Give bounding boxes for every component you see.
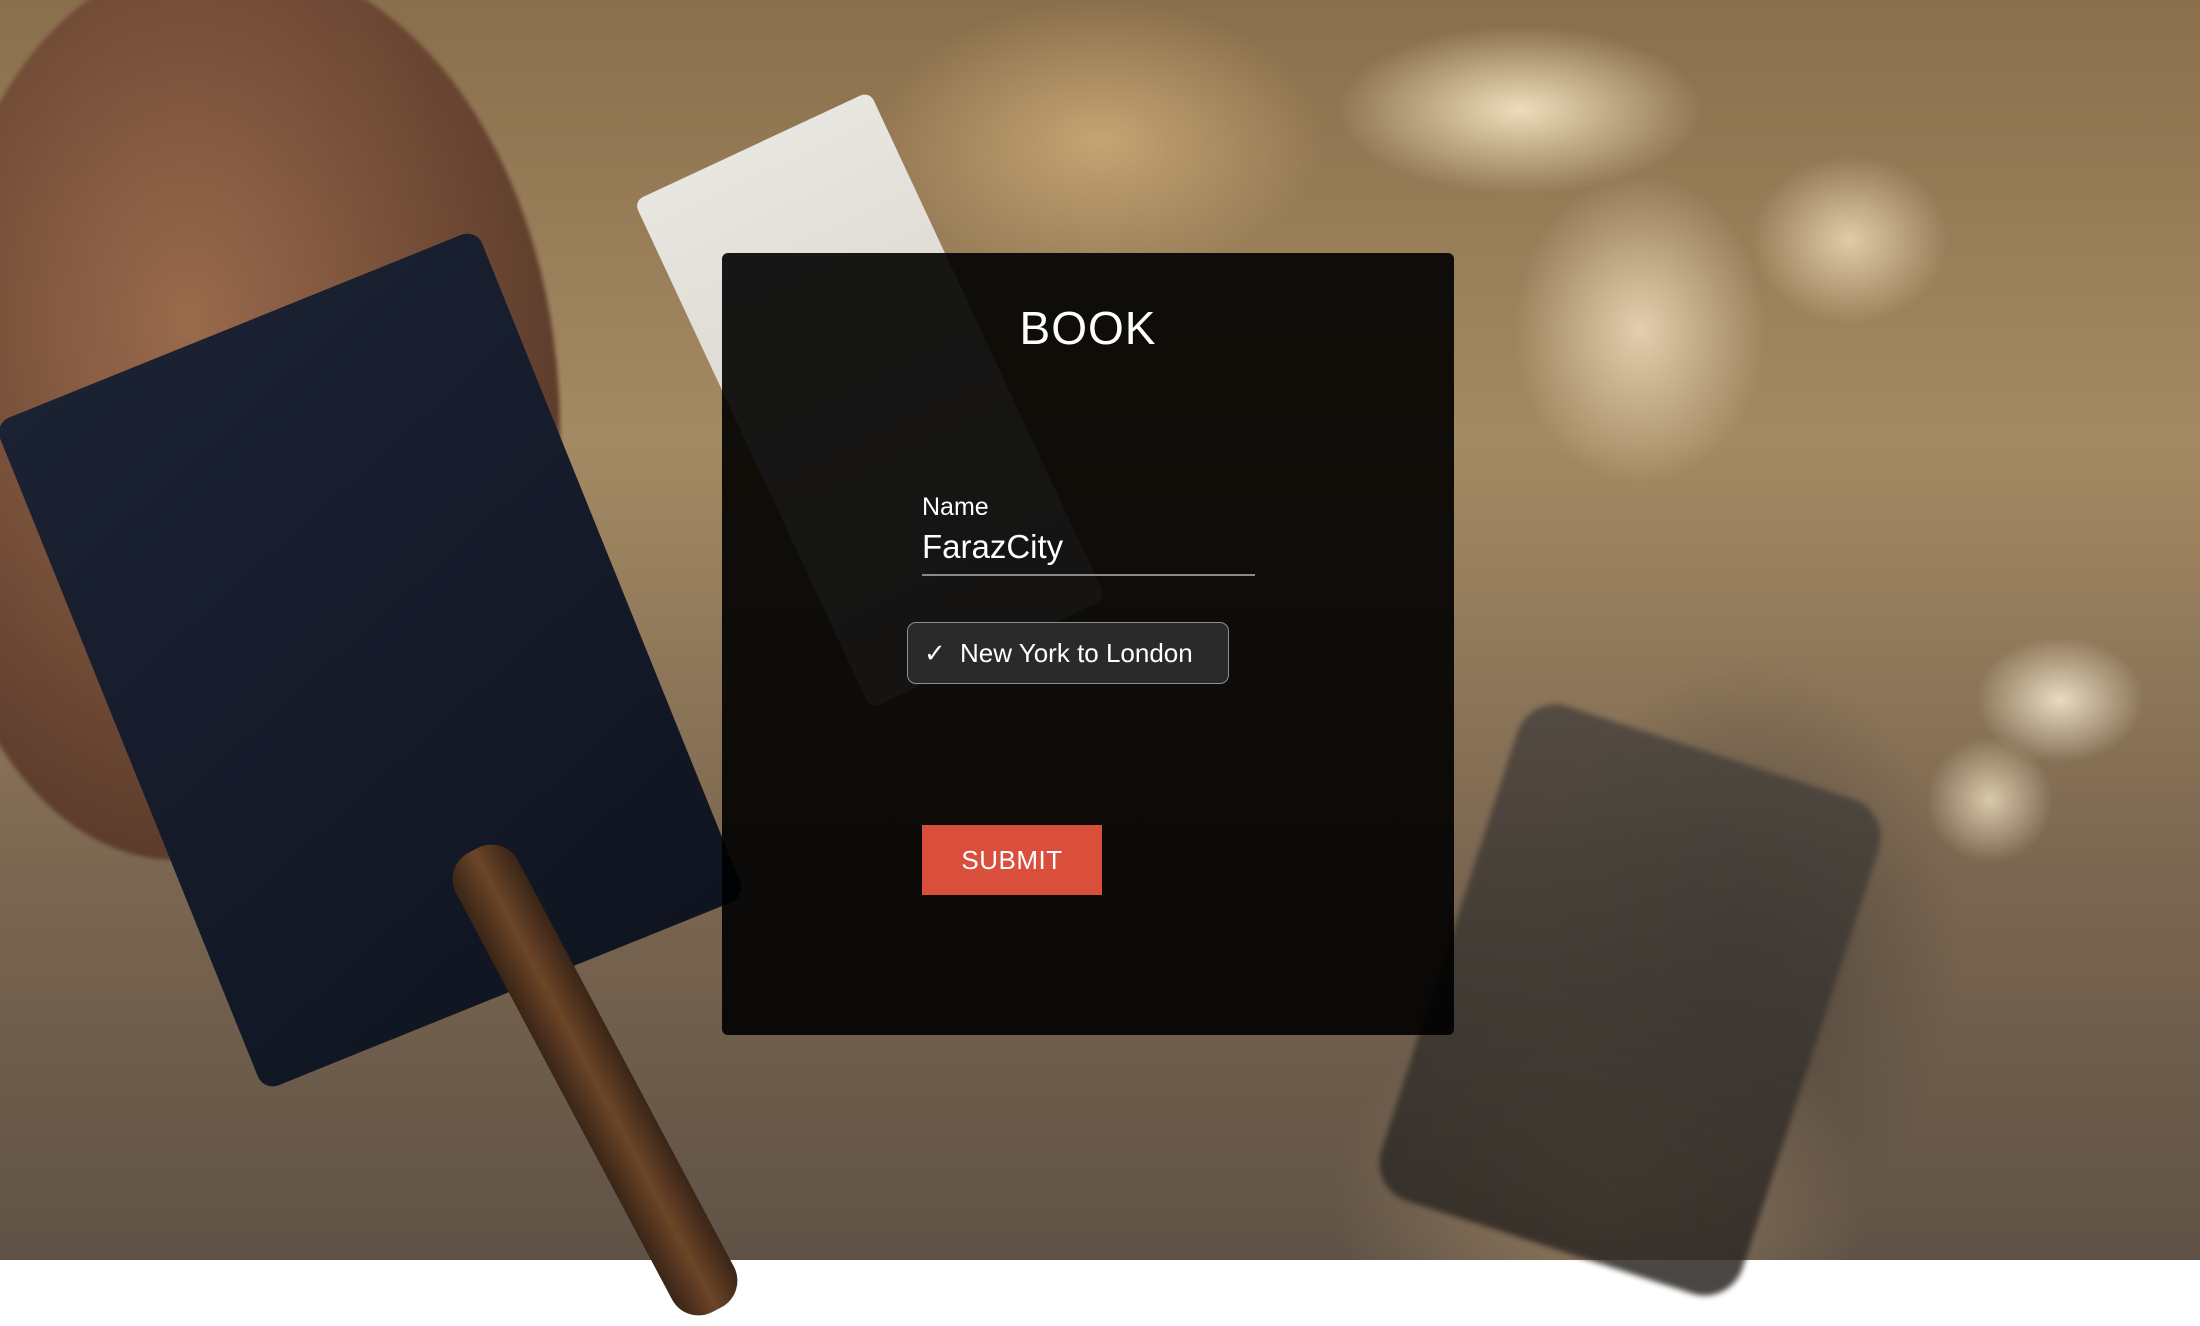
name-field: Name	[922, 493, 1255, 576]
form-title: BOOK	[1019, 302, 1157, 354]
booking-card: BOOK Name ✓ New York to London SUBMIT	[722, 253, 1454, 1035]
route-select[interactable]: ✓ New York to London	[907, 622, 1229, 684]
check-icon: ✓	[924, 637, 946, 668]
route-selected-label: New York to London	[960, 637, 1193, 668]
submit-button[interactable]: SUBMIT	[922, 825, 1102, 895]
name-label: Name	[922, 493, 989, 521]
name-input[interactable]	[922, 528, 1255, 576]
